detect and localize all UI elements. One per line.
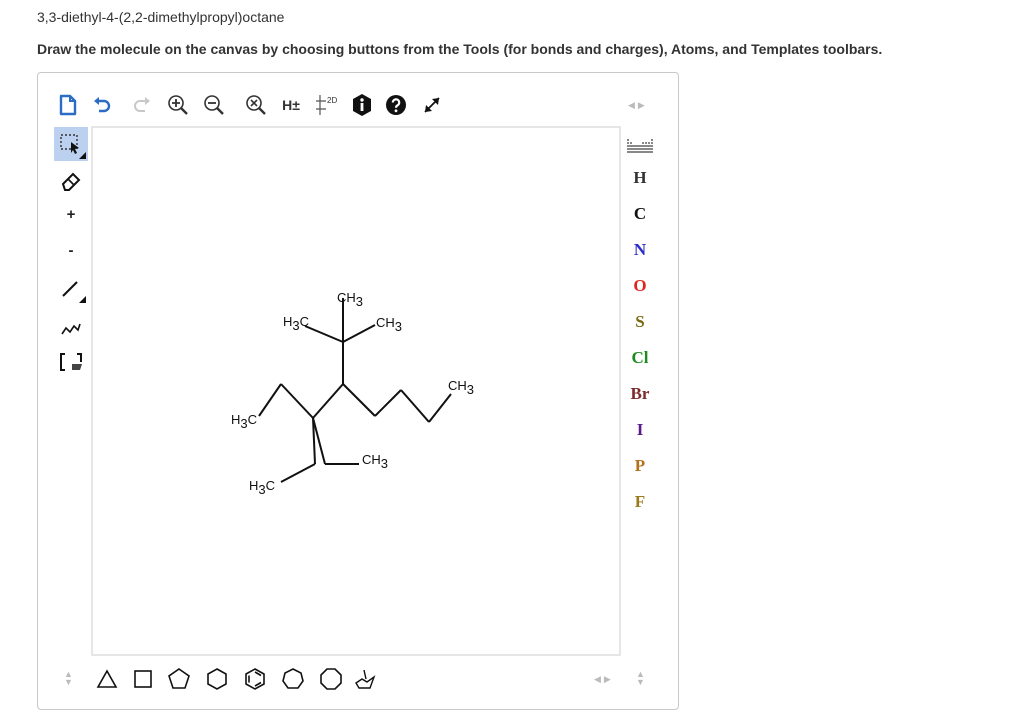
zoom-reset-icon[interactable]: [244, 90, 268, 120]
atom-br-button[interactable]: Br: [622, 379, 658, 409]
bracket-tool[interactable]: [54, 345, 88, 379]
top-toolbar: H± 2D ◀ ▶: [54, 90, 664, 124]
bond-c2-h3c: [280, 463, 316, 483]
bond-c3-ethyl1: [280, 383, 314, 419]
bond-c4-c3: [312, 383, 344, 419]
label-h3c-left: H3C: [283, 314, 309, 333]
charge-minus-tool[interactable]: -: [54, 233, 88, 267]
drawing-canvas[interactable]: CH3 H3C CH3 CH3 H3C CH3 H3C: [91, 126, 621, 656]
bond-c5-c6: [374, 389, 402, 417]
hydrogen-toggle-label: H±: [282, 97, 300, 113]
charge-minus-label: -: [68, 241, 74, 259]
info-icon[interactable]: [350, 90, 374, 120]
atom-cl-label: Cl: [631, 348, 649, 367]
left-toolbar: + -: [54, 127, 90, 657]
label-h3c-mid: H3C: [231, 412, 257, 431]
atom-h-button[interactable]: H: [622, 163, 658, 193]
atom-p-button[interactable]: P: [622, 451, 658, 481]
zoom-out-icon[interactable]: [202, 90, 226, 120]
bond-quat-ch3-right: [342, 324, 376, 343]
atom-n-label: N: [633, 240, 647, 259]
atom-n-button[interactable]: N: [622, 235, 658, 265]
clean-2d-icon[interactable]: 2D: [314, 90, 340, 120]
atom-cl-button[interactable]: Cl: [622, 343, 658, 373]
zoom-in-icon[interactable]: [166, 90, 190, 120]
atom-i-button[interactable]: I: [622, 415, 658, 445]
selection-tool-submenu-marker: [79, 152, 86, 159]
atom-o-button[interactable]: O: [622, 271, 658, 301]
undo-icon[interactable]: [90, 90, 114, 120]
bond-c6-c7: [400, 389, 430, 423]
label-ch3-top: CH3: [337, 290, 363, 309]
atom-c-button[interactable]: C: [622, 199, 658, 229]
charge-plus-label: +: [66, 205, 76, 223]
atoms-toolbar: H C N O S Cl Br I P F: [622, 127, 662, 657]
label-ch3-lower: CH3: [362, 452, 388, 471]
square-template[interactable]: [128, 664, 158, 694]
label-ch3-chain-end: CH3: [448, 378, 474, 397]
layout-label: 2D: [327, 96, 337, 105]
selection-tool[interactable]: [54, 127, 88, 161]
molecule-drawing: CH3 H3C CH3 CH3 H3C CH3 H3C: [231, 290, 474, 497]
templates-scroll-arrows[interactable]: ◀ ▶: [594, 674, 611, 685]
toolbar-scroll-arrows[interactable]: ◀ ▶: [628, 100, 645, 111]
question-instruction: Draw the molecule on the canvas by choos…: [37, 41, 883, 57]
atom-p-label: P: [634, 456, 646, 475]
heptagon-template[interactable]: [278, 664, 308, 694]
atom-h-label: H: [633, 168, 647, 187]
bond-c7-ch3: [428, 393, 452, 423]
bond-quat-h3c-left: [304, 325, 344, 343]
chain-tool[interactable]: [54, 309, 88, 343]
bond-tool-submenu-marker: [79, 296, 86, 303]
atom-c-label: C: [633, 204, 647, 223]
triangle-template[interactable]: [92, 664, 122, 694]
atom-f-button[interactable]: F: [622, 487, 658, 517]
benzene-template[interactable]: [240, 664, 270, 694]
charge-plus-tool[interactable]: +: [54, 197, 88, 231]
hydrogen-toggle[interactable]: H±: [276, 90, 306, 120]
question-title: 3,3-diethyl-4-(2,2-dimethylpropyl)octane: [37, 9, 285, 25]
single-bond-tool[interactable]: [54, 271, 88, 305]
eraser-tool[interactable]: [54, 163, 88, 197]
help-icon[interactable]: [384, 90, 408, 120]
fullscreen-icon[interactable]: [420, 90, 444, 120]
bond-ethyl1-h3c: [258, 383, 282, 417]
hexagon-template[interactable]: [202, 664, 232, 694]
pentagon-template[interactable]: [164, 664, 194, 694]
bond-c4-c5: [342, 383, 376, 417]
left-toolbar-scroll[interactable]: ▲ ▼: [64, 670, 73, 687]
atom-o-label: O: [633, 276, 647, 295]
new-document-icon[interactable]: [56, 90, 80, 120]
atom-f-label: F: [634, 492, 646, 511]
templates-toolbar: ▲ ▼ ◀ ▶ ▲ ▼: [54, 658, 664, 698]
octagon-template[interactable]: [316, 664, 346, 694]
atom-i-label: I: [636, 420, 644, 439]
chair-template[interactable]: [350, 664, 380, 694]
atoms-toolbar-scroll[interactable]: ▲ ▼: [636, 670, 645, 687]
redo-icon[interactable]: [130, 90, 154, 120]
atom-s-button[interactable]: S: [622, 307, 658, 337]
atom-s-label: S: [635, 312, 645, 331]
periodic-table-icon[interactable]: [622, 131, 658, 161]
label-ch3-right: CH3: [376, 315, 402, 334]
atom-br-label: Br: [630, 384, 650, 403]
label-h3c-lower: H3C: [249, 478, 275, 497]
